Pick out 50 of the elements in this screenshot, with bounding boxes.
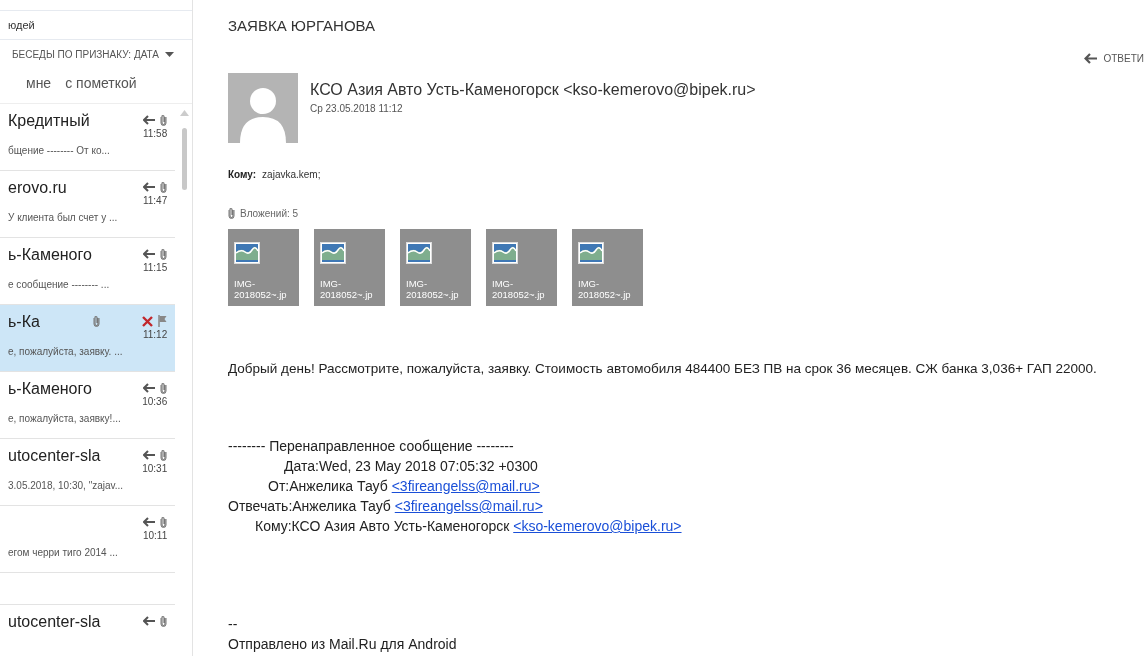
- search-field[interactable]: юдей: [0, 10, 192, 40]
- forward-header: -------- Перенаправленное сообщение --------: [228, 437, 515, 456]
- signature: Отправлено из Mail.Ru для Android: [228, 635, 458, 654]
- email-subject: ЗАЯВКА ЮРГАНОВА: [228, 17, 377, 34]
- sent-date: Ср 23.05.2018 11:12: [310, 103, 404, 114]
- message-preview: егом черри тиго 2014 ...: [8, 547, 119, 558]
- to-label: Кому:: [228, 169, 257, 180]
- message-time: 11:47: [141, 195, 168, 206]
- message-item[interactable]: utocenter-sla 10:31 3.05.2018, 10:30, "zajav...: [0, 439, 176, 506]
- message-time: 10:31: [141, 463, 168, 474]
- message-time: 11:15: [141, 262, 168, 273]
- message-preview: У клиента был счет у ...: [8, 212, 119, 223]
- message-item[interactable]: ь-Ка 11:12 е, пожалуйста, заявку. ...: [0, 305, 176, 372]
- reply-button[interactable]: ОТВЕТИ: [1084, 53, 1144, 64]
- message-preview: е сообщение -------- ...: [8, 279, 111, 290]
- sender-name: ь-Ка: [8, 312, 40, 332]
- sender-name: utocenter-sla: [8, 612, 101, 632]
- forward-field: От:Анжелика Тауб <3fireangelss@mail.ru>: [228, 476, 1144, 496]
- recipient: zajavka.kem;: [262, 169, 321, 180]
- message-body: Добрый день! Рассмотрите, пожалуйста, заявку. Стоимость автомобиля 484400 БЕЗ ПВ на срок 36 месяцев. СЖ банка 3,036+ ГАП 22000.: [228, 361, 1098, 376]
- sort-dropdown[interactable]: БЕСЕДЫ ПО ПРИЗНАКУ: ДАТА: [12, 49, 174, 60]
- message-preview: бщение -------- От ко...: [8, 145, 111, 156]
- message-item[interactable]: ь-Каменого 10:36 е, пожалуйста, заявку!...: [0, 372, 176, 439]
- filter-link[interactable]: мне: [26, 75, 52, 91]
- message-item[interactable]: 10:11 егом черри тиго 2014 ...: [0, 506, 176, 573]
- message-time: 10:11: [141, 530, 168, 541]
- sender-name: utocenter-sla: [8, 446, 101, 466]
- forward-field: Кому:КСО Азия Авто Усть-Каменогорск <kso-kemerovo@bipek.ru>: [228, 516, 1144, 536]
- message-preview: е, пожалуйста, заявку. ...: [8, 346, 124, 357]
- attachments-count: Вложений: 5: [240, 207, 299, 219]
- message-time: 10:36: [141, 396, 168, 407]
- message-item[interactable]: utocenter-sla: [0, 605, 176, 656]
- message-item[interactable]: Кредитный 11:58 бщение -------- От ко...: [0, 104, 176, 171]
- sender-name: КСО Азия Авто Усть-Каменогорск <kso-kemerovo@bipek.ru>: [310, 81, 756, 99]
- filter-link[interactable]: с пометкой: [65, 75, 137, 91]
- email-link[interactable]: <kso-kemerovo@bipek.ru>: [513, 518, 682, 534]
- sender-name: Кредитный: [8, 111, 90, 131]
- signature-separator: --: [228, 615, 239, 634]
- email-link[interactable]: <3fireangelss@mail.ru>: [394, 498, 543, 514]
- sender-name: ь-Каменого: [8, 245, 92, 265]
- message-item[interactable]: erovo.ru 11:47 У клиента был счет у ...: [0, 171, 176, 238]
- message-time: 11:12: [141, 329, 168, 340]
- message-preview: 3.05.2018, 10:30, "zajav...: [8, 480, 125, 491]
- sender-name: ь-Каменого: [8, 379, 92, 399]
- message-preview: е, пожалуйста, заявку!...: [8, 413, 122, 424]
- sender-name: erovo.ru: [8, 178, 67, 198]
- email-link[interactable]: <3fireangelss@mail.ru>: [391, 478, 540, 494]
- forward-field: Дата:Wed, 23 May 2018 07:05:32 +0300: [228, 456, 1144, 476]
- forward-field: Отвечать:Анжелика Тауб <3fireangelss@mail.ru>: [228, 496, 1144, 516]
- message-time: 11:58: [141, 128, 168, 139]
